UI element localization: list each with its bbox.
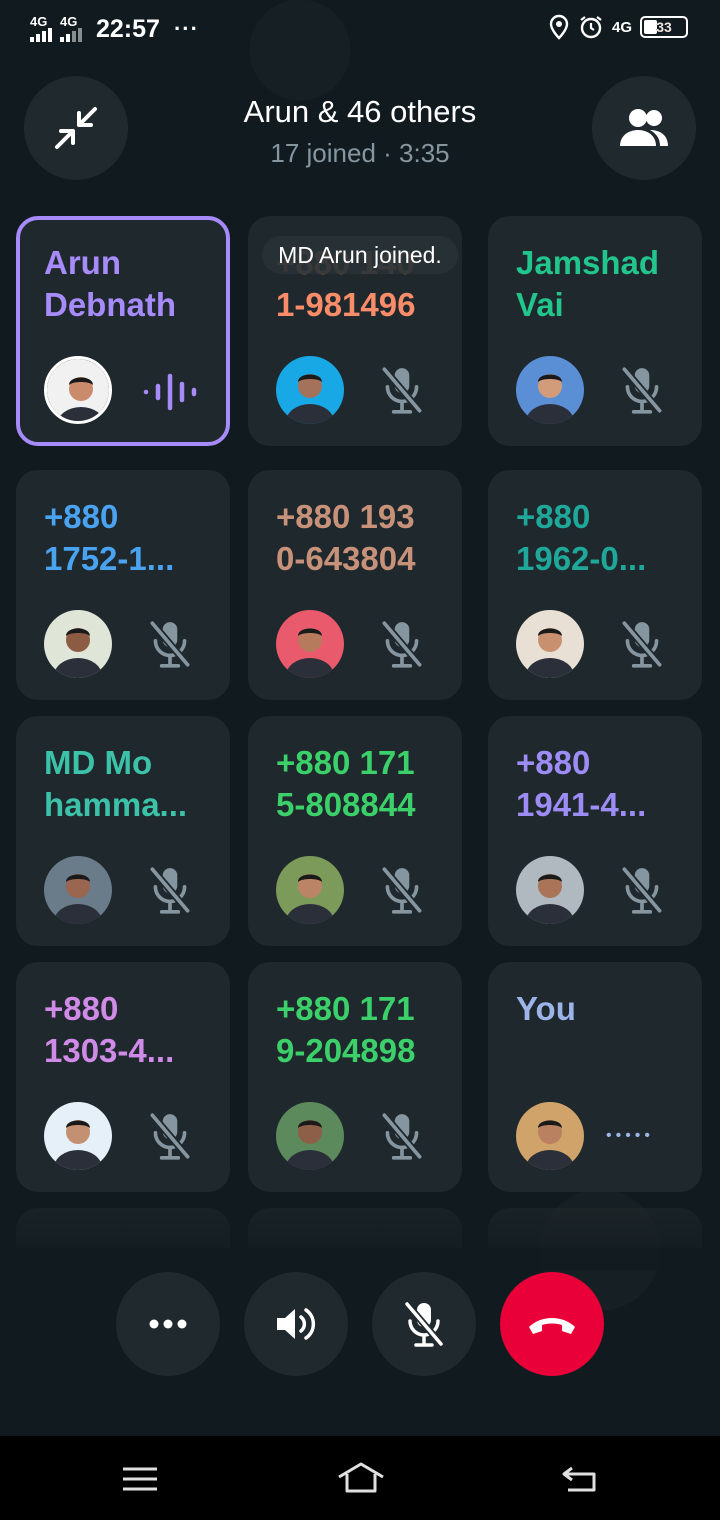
clock: 22:57 [96,14,160,43]
participant-tile[interactable]: +880 1962-0... [488,470,702,700]
back-nav-button[interactable] [560,1464,600,1499]
participants-button[interactable] [592,76,696,180]
participant-tile[interactable]: +880 193 0-643804 [248,470,462,700]
mic-off-icon [618,864,666,921]
participant-name: You [516,990,576,1027]
minimize-icon [55,107,97,149]
mic-off-icon [378,618,426,675]
mic-off-icon [404,1301,444,1347]
alarm-icon [580,16,602,39]
back-icon [562,1466,596,1492]
participant-name: Arun Debnath [44,244,176,323]
signal-2-icon [60,28,82,42]
mic-off-icon [146,618,194,675]
participant-avatar [516,356,584,424]
participant-name: +880 1962-0... [516,498,647,577]
signal-1-label: 4G [30,14,48,29]
location-icon [549,14,569,40]
network-type: 4G [611,18,632,36]
home-icon [338,1462,384,1493]
call-title: Arun & 46 others [243,94,477,129]
participant-tile[interactable]: +880 171 5-808844 [248,716,462,946]
participant-name: +880 171 9-204898 [276,990,416,1069]
participant-name: +880 1303-4... [44,990,175,1069]
mic-off-icon [378,864,426,921]
participant-tile[interactable]: Jamshad Vai [488,216,702,446]
more-options-button[interactable] [116,1272,220,1376]
join-toast: MD Arun joined. [262,236,458,274]
participant-tile[interactable]: MD Mo hamma... [16,716,230,946]
status-bar: 4G 4G 22:57 ··· 4G 33 [0,0,720,58]
participants-icon [620,109,668,146]
mic-off-icon [146,864,194,921]
more-notifications-icon: ··· [173,16,199,41]
grid-fade [0,1210,720,1270]
participant-name: Jamshad Vai [516,244,660,323]
participant-tile[interactable]: +880 1303-4... [16,962,230,1192]
participant-tile[interactable]: +880 171 9-204898 [248,962,462,1192]
more-icon [149,1319,187,1329]
signal-2-label: 4G [60,14,78,29]
menu-icon [123,1467,157,1491]
participant-tile[interactable]: +880 1941-4... [488,716,702,946]
participant-avatar [44,356,112,424]
participant-name: +880 1941-4... [516,744,647,823]
participant-avatar [276,610,344,678]
participant-tile[interactable]: You ••••• [488,962,702,1192]
connecting-indicator-icon: ••••• [606,1127,655,1144]
participant-avatar [276,856,344,924]
participant-tile[interactable]: Arun Debnath [16,216,230,446]
participant-name: +880 193 0-643804 [276,498,416,577]
signal-1-icon [30,28,52,42]
participant-avatar [276,356,344,424]
end-call-icon [529,1318,575,1334]
participant-avatar [516,1102,584,1170]
mic-off-icon [378,1110,426,1167]
participant-avatar [44,610,112,678]
home-nav-button[interactable] [336,1460,386,1499]
participant-name: +880 171 5-808844 [276,744,416,823]
mic-off-icon [378,364,426,421]
battery-icon: 33 [640,16,688,38]
participant-avatar [516,856,584,924]
participant-avatar [516,610,584,678]
participant-name: +880 1752-1... [44,498,175,577]
call-subtitle: 17 joined · 3:35 [270,138,450,168]
signal-2: 4G [60,14,82,42]
end-call-button[interactable] [500,1272,604,1376]
mic-off-icon [146,1110,194,1167]
menu-nav-button[interactable] [120,1466,160,1497]
participant-avatar [44,1102,112,1170]
signal-1: 4G [30,14,52,42]
minimize-button[interactable] [24,76,128,180]
participant-name: MD Mo hamma... [44,744,188,823]
mute-button[interactable] [372,1272,476,1376]
participant-avatar [276,1102,344,1170]
battery-level: 33 [656,19,672,35]
participant-avatar [44,856,112,924]
participant-tile[interactable]: +880 1752-1... [16,470,230,700]
system-nav-bar [0,1436,720,1520]
mic-off-icon [618,618,666,675]
speaker-icon [277,1308,316,1340]
speaking-indicator-icon [142,370,202,419]
mic-off-icon [618,364,666,421]
speaker-button[interactable] [244,1272,348,1376]
